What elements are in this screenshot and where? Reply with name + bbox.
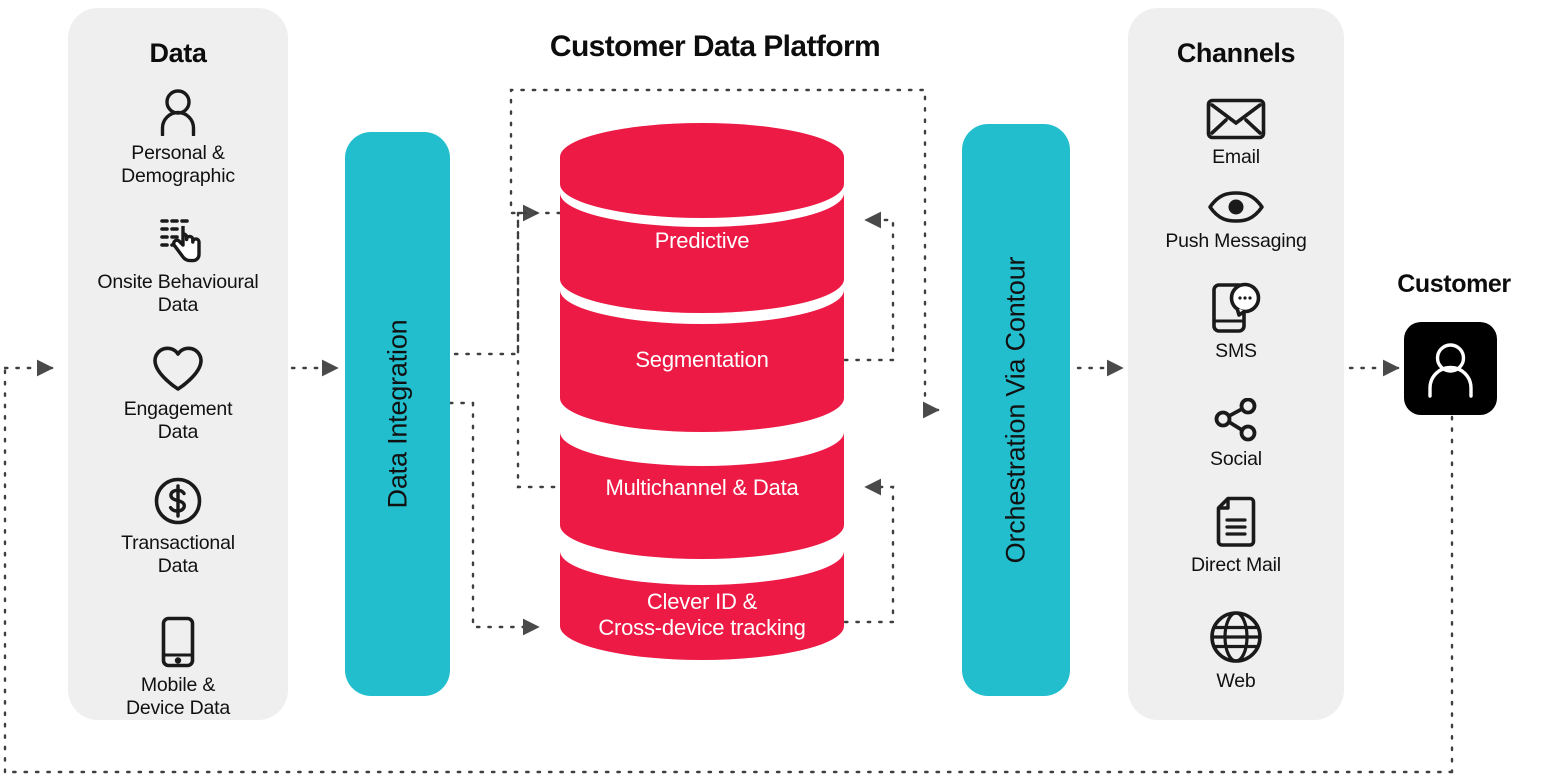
- data-item-engagement[interactable]: Engagement Data: [68, 344, 288, 444]
- document-icon: [1128, 496, 1344, 548]
- channel-item-label: Social: [1210, 448, 1262, 470]
- arrow-integration-to-cleverid: [471, 401, 540, 636]
- channel-item-label: SMS: [1215, 340, 1257, 362]
- person-icon: [68, 88, 288, 137]
- channel-item-label: Email: [1212, 146, 1260, 168]
- channels-panel: Channels Email Push Messaging SMS Social…: [1128, 8, 1344, 720]
- cylinder-layer-predictive: [560, 123, 844, 313]
- data-item-label: Personal & Demographic: [121, 142, 235, 187]
- data-item-onsite-behavioural[interactable]: Onsite Behavioural Data: [68, 215, 288, 317]
- data-panel-title: Data: [149, 38, 207, 68]
- customer-title: Customer: [1397, 270, 1511, 298]
- channel-item-web[interactable]: Web: [1128, 610, 1344, 693]
- data-item-label: Engagement Data: [123, 398, 233, 443]
- eye-icon: [1128, 190, 1344, 224]
- cylinder-label-cleverid: Clever ID & Cross-device tracking: [598, 589, 806, 640]
- sms-bubble-icon: [1128, 282, 1344, 334]
- orchestration-label: Orchestration Via Contour: [1000, 256, 1031, 564]
- arrow-segmentation-to-predictive: [843, 211, 895, 362]
- dollar-circle-icon: [68, 476, 288, 526]
- orchestration-bar[interactable]: Orchestration Via Contour: [962, 124, 1070, 696]
- person-avatar-icon: [1428, 343, 1473, 398]
- share-nodes-icon: [1128, 397, 1344, 442]
- channel-item-email[interactable]: Email: [1128, 98, 1344, 169]
- channel-item-label: Web: [1216, 670, 1256, 692]
- channel-item-label: Direct Mail: [1191, 554, 1281, 576]
- data-item-label: Transactional Data: [121, 532, 235, 577]
- arrow-cleverid-to-multichannel: [843, 478, 895, 624]
- data-integration-bar[interactable]: Data Integration: [345, 132, 450, 696]
- mobile-phone-icon: [68, 616, 288, 668]
- cylinder-label-segmentation: Segmentation: [635, 347, 769, 372]
- globe-icon: [1128, 610, 1344, 664]
- click-hand-icon: [68, 215, 288, 265]
- data-item-mobile-device[interactable]: Mobile & Device Data: [68, 616, 288, 720]
- channels-panel-title: Channels: [1176, 38, 1296, 68]
- customer-avatar[interactable]: [1404, 322, 1497, 415]
- channel-item-label: Push Messaging: [1165, 230, 1307, 252]
- data-item-label: Onsite Behavioural Data: [97, 271, 259, 316]
- cylinder-label-multichannel: Multichannel & Data: [605, 475, 799, 500]
- channel-item-sms[interactable]: SMS: [1128, 282, 1344, 363]
- data-item-personal-demographic[interactable]: Personal & Demographic: [68, 88, 288, 188]
- platform-title: Customer Data Platform: [549, 30, 881, 63]
- channel-item-direct-mail[interactable]: Direct Mail: [1128, 496, 1344, 577]
- channel-item-social[interactable]: Social: [1128, 397, 1344, 471]
- arrow-integration-to-segmentation: [453, 204, 540, 356]
- diagram-canvas: Data Personal & Demographic Onsite Behav…: [0, 0, 1555, 779]
- data-item-label: Mobile & Device Data: [125, 674, 230, 719]
- envelope-icon: [1128, 98, 1344, 140]
- cylinder-group: [560, 123, 844, 660]
- channel-item-push-messaging[interactable]: Push Messaging: [1128, 190, 1344, 253]
- data-integration-label: Data Integration: [382, 319, 412, 509]
- heart-icon: [68, 344, 288, 392]
- cylinder-label-predictive: Predictive: [654, 228, 750, 253]
- data-item-transactional[interactable]: Transactional Data: [68, 476, 288, 578]
- data-panel: Data Personal & Demographic Onsite Behav…: [68, 8, 288, 720]
